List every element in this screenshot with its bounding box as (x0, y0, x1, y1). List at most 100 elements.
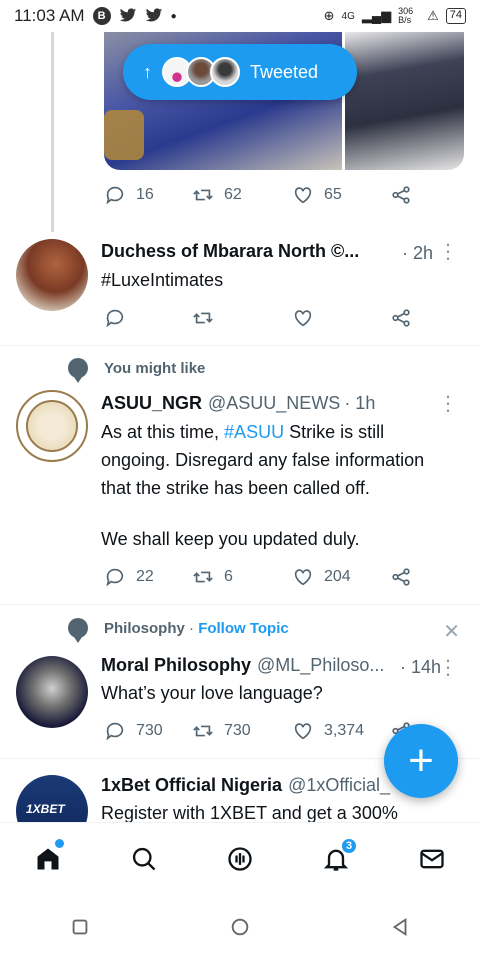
more-options-icon[interactable]: ⋮ (438, 658, 458, 678)
share-icon (392, 568, 410, 586)
tweet-time: · 14h (400, 657, 442, 677)
search-icon (132, 847, 156, 870)
heart-icon (294, 187, 312, 204)
display-name[interactable]: ASUU_NGR (101, 393, 202, 414)
tweet-header: ASUU_NGR @ASUU_NEWS · 1h (101, 393, 375, 414)
handle[interactable]: @1xOfficial_ (288, 775, 390, 796)
share-button[interactable] (390, 307, 412, 329)
heart-icon (294, 569, 312, 586)
context-label: You might like (104, 359, 206, 377)
speech-bubble-icon (68, 618, 88, 643)
system-navigation-bar (0, 894, 480, 960)
bottom-navigation: 3 (0, 822, 480, 894)
arrow-up-icon: ↑ (143, 61, 152, 82)
notification-badge: 3 (340, 836, 358, 855)
more-options-icon[interactable]: ⋮ (438, 394, 458, 414)
tweet-header: Moral Philosophy @ML_Philoso... (101, 655, 384, 676)
reply-button[interactable]: 730 (104, 720, 192, 742)
tweet-context: You might like (68, 358, 206, 383)
twitter-notification-icon (145, 8, 162, 22)
reply-count: 16 (136, 186, 154, 203)
network-type: 4G (341, 10, 355, 22)
tweet-photo-2[interactable] (345, 32, 464, 170)
retweet-icon (193, 571, 213, 583)
follow-topic-link[interactable]: Follow Topic (198, 620, 289, 637)
signal-icon: ▂▄▆ (361, 8, 392, 23)
like-count: 3,374 (324, 722, 365, 739)
alert-icon: ⚠ (427, 8, 439, 23)
tweet-time: · 1h (344, 393, 376, 413)
context-separator: · (184, 619, 199, 637)
recents-square-icon[interactable] (69, 916, 91, 938)
reply-button[interactable]: 16 (104, 184, 192, 206)
share-icon (392, 186, 410, 204)
retweet-count: 6 (224, 568, 233, 585)
retweet-button[interactable]: 730 (192, 720, 292, 742)
thread-connector (51, 32, 54, 232)
back-triangle-icon[interactable] (389, 916, 411, 938)
pill-avatar (210, 57, 240, 87)
retweet-icon (193, 725, 213, 737)
nav-notifications[interactable]: 3 (312, 835, 360, 883)
nav-spaces[interactable] (216, 835, 264, 883)
hashtag-link[interactable]: #ASUU (224, 422, 284, 442)
nav-home[interactable] (24, 835, 72, 883)
tweet-text-paragraph[interactable]: We shall keep you updated duly. (101, 525, 451, 553)
more-options-icon[interactable]: ⋮ (438, 242, 458, 262)
tweet-text[interactable]: What’s your love language? (101, 679, 451, 707)
home-circle-icon[interactable] (229, 916, 251, 938)
tweet-text[interactable]: As at this time, #ASUU Strike is still o… (101, 418, 451, 502)
tweet-actions: 16 62 65 (104, 184, 412, 206)
handle[interactable]: @ASUU_NEWS (208, 393, 340, 414)
tweet-header: 1xBet Official Nigeria @1xOfficial_ (101, 775, 390, 796)
retweet-icon (193, 189, 213, 201)
new-content-dot (55, 838, 64, 848)
like-button[interactable]: 65 (292, 184, 390, 206)
retweet-button[interactable] (192, 307, 292, 329)
reply-icon (106, 722, 124, 741)
reply-button[interactable] (104, 307, 192, 329)
retweet-icon (193, 312, 213, 324)
display-name[interactable]: 1xBet Official Nigeria (101, 775, 282, 796)
status-time: 11:03 AM (14, 6, 85, 25)
retweet-count: 62 (224, 186, 242, 203)
share-button[interactable] (390, 566, 412, 588)
close-icon[interactable]: ✕ (443, 619, 460, 644)
retweet-button[interactable]: 62 (192, 184, 292, 206)
tweeted-pill[interactable]: ↑ Tweeted (123, 44, 357, 100)
compose-tweet-button[interactable]: + (384, 724, 458, 798)
share-icon (392, 309, 410, 327)
speech-bubble-icon (68, 358, 88, 383)
avatar-logo-text: 1XBET (26, 802, 65, 816)
like-button[interactable]: 3,374 (292, 720, 390, 742)
retweet-button[interactable]: 6 (192, 566, 292, 588)
tweet-text[interactable]: #LuxeIntimates (101, 266, 451, 294)
like-count: 204 (324, 568, 351, 585)
pill-label: Tweeted (250, 61, 319, 82)
avatar[interactable] (16, 390, 88, 462)
data-saver-icon: ⊕ (323, 8, 335, 23)
heart-icon (294, 723, 312, 740)
reply-count: 730 (136, 722, 163, 739)
tweet-actions (104, 307, 412, 329)
tweet-header: Duchess of Mbarara North ©... (101, 241, 359, 262)
home-icon (37, 848, 59, 869)
like-button[interactable]: 204 (292, 566, 390, 588)
status-bar: 11:03 AM B ● ⊕ 4G ▂▄▆ 306 B/s ⚠ 74 (0, 0, 480, 32)
like-button[interactable] (292, 307, 390, 329)
display-name[interactable]: Duchess of Mbarara North ©... (101, 241, 359, 262)
tweet-actions: 22 6 204 (104, 566, 412, 588)
more-notifications-dot: ● (170, 10, 177, 22)
avatar[interactable] (16, 239, 88, 311)
reply-icon (106, 309, 124, 328)
handle[interactable]: @ML_Philoso... (257, 655, 384, 676)
tweet-context: Philosophy · Follow Topic (68, 618, 289, 643)
nav-search[interactable] (120, 835, 168, 883)
display-name[interactable]: Moral Philosophy (101, 655, 251, 676)
avatar[interactable] (16, 656, 88, 728)
battery-icon: 74 (445, 8, 466, 24)
share-button[interactable] (390, 184, 412, 206)
nav-messages[interactable] (408, 835, 456, 883)
reply-icon (106, 186, 124, 205)
reply-button[interactable]: 22 (104, 566, 192, 588)
